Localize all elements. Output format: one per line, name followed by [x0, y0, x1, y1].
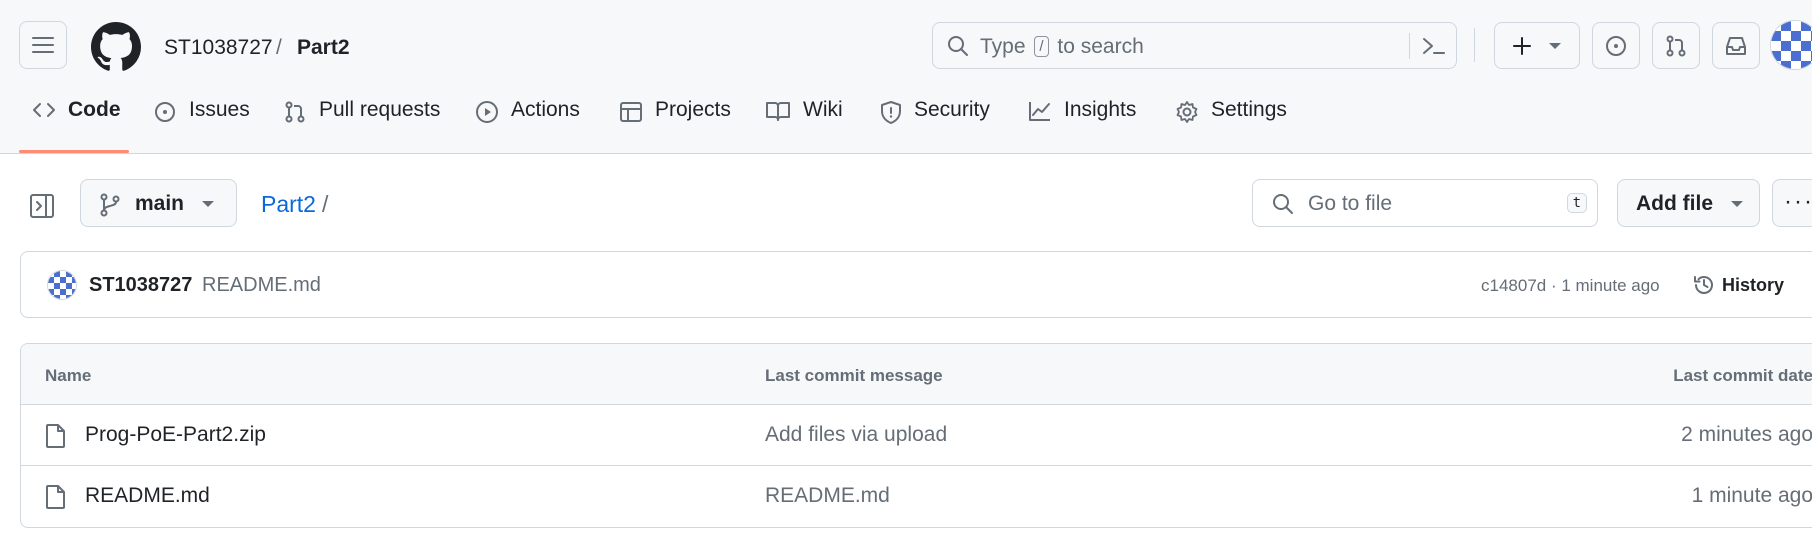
tab-actions-label: Actions [511, 98, 580, 121]
tab-pull-requests[interactable]: Pull requests [283, 98, 440, 148]
inbox-button[interactable] [1712, 22, 1760, 69]
tab-insights-label: Insights [1064, 98, 1137, 121]
go-to-file-shortcut-key: t [1566, 193, 1587, 213]
tab-security[interactable]: Security [880, 98, 990, 148]
tab-code[interactable]: Code [32, 98, 121, 148]
history-button[interactable]: History [1692, 273, 1784, 297]
hamburger-icon [32, 37, 54, 53]
file-table: Name Last commit message Last commit dat… [20, 343, 1812, 528]
kebab-horizontal-icon: ··· [1784, 188, 1812, 215]
file-commit-message[interactable]: Add files via upload [765, 423, 947, 447]
search-icon [948, 36, 968, 56]
search-shortcut-key: / [1034, 36, 1049, 57]
tab-settings-label: Settings [1211, 98, 1287, 121]
breadcrumb-owner[interactable]: ST1038727 [164, 36, 273, 60]
file-name-link[interactable]: README.md [85, 484, 210, 508]
tab-actions[interactable]: Actions [475, 98, 580, 148]
tab-insights[interactable]: Insights [1028, 98, 1136, 148]
tab-security-label: Security [914, 98, 990, 121]
add-file-label: Add file [1636, 192, 1713, 215]
search-divider [1409, 33, 1410, 59]
git-branch-icon [100, 193, 120, 217]
file-name-link[interactable]: Prog-PoE-Part2.zip [85, 423, 266, 447]
table-row[interactable]: Prog-PoE-Part2.zip Add files via upload … [21, 405, 1812, 466]
pull-requests-button[interactable] [1652, 22, 1700, 69]
search-placeholder: Type / to search [980, 35, 1144, 58]
file-path-breadcrumb: Part2/ [261, 191, 328, 218]
tab-code-label: Code [68, 98, 121, 121]
tab-issues[interactable]: Issues [153, 98, 250, 148]
menu-button[interactable] [19, 21, 67, 69]
commit-author[interactable]: ST1038727 [89, 274, 192, 297]
sidebar-expand-icon[interactable] [27, 190, 59, 222]
tab-wiki[interactable]: Wiki [765, 98, 843, 148]
identicon-icon [48, 271, 76, 299]
user-avatar[interactable] [1770, 20, 1812, 70]
column-header-message: Last commit message [765, 366, 943, 385]
search-icon [1273, 194, 1293, 214]
commit-message[interactable]: README.md [202, 274, 321, 297]
file-icon [46, 424, 65, 448]
more-options-button[interactable]: ··· [1772, 179, 1812, 227]
file-icon [46, 485, 65, 509]
latest-commit-bar: ST1038727 README.md c14807d · 1 minute a… [20, 251, 1812, 318]
global-header: ST1038727 / Part2 Type / to search Code … [0, 0, 1812, 154]
code-icon [33, 103, 55, 117]
header-divider [1474, 28, 1475, 62]
add-file-button[interactable]: Add file [1617, 179, 1760, 227]
tab-wiki-label: Wiki [803, 98, 843, 121]
issue-opened-icon [1606, 35, 1626, 56]
tab-projects-label: Projects [655, 98, 731, 121]
identicon-icon [1771, 21, 1812, 69]
go-to-file-placeholder: Go to file [1308, 192, 1393, 215]
go-to-file-input[interactable]: Go to file t [1252, 179, 1598, 227]
commit-author-avatar[interactable] [47, 270, 77, 300]
chevron-down-icon [1549, 42, 1561, 49]
create-new-button[interactable] [1494, 22, 1580, 69]
tab-settings[interactable]: Settings [1175, 98, 1287, 148]
tab-issues-label: Issues [189, 98, 250, 121]
git-pull-request-icon [285, 101, 305, 123]
command-palette-icon[interactable] [1421, 35, 1447, 57]
active-tab-indicator [19, 150, 129, 153]
file-commit-message[interactable]: README.md [765, 484, 890, 508]
github-logo-icon[interactable] [91, 22, 141, 72]
file-commit-date: 2 minutes ago [1681, 423, 1812, 446]
commit-hash-time[interactable]: c14807d · 1 minute ago [1481, 276, 1660, 296]
table-icon [620, 102, 642, 122]
issue-opened-icon [155, 102, 175, 122]
inbox-icon [1726, 36, 1746, 55]
tab-projects[interactable]: Projects [619, 98, 731, 148]
branch-name: main [135, 192, 185, 215]
table-row[interactable]: README.md README.md 1 minute ago [21, 466, 1812, 527]
column-header-date: Last commit date [1673, 366, 1812, 385]
plus-icon [1513, 36, 1531, 55]
branch-selector-button[interactable]: main [80, 179, 237, 227]
path-separator: / [321, 191, 329, 217]
chevron-down-icon [202, 201, 214, 207]
issues-button[interactable] [1592, 22, 1640, 69]
play-icon [476, 101, 498, 123]
git-pull-request-icon [1666, 35, 1686, 56]
history-label: History [1722, 274, 1785, 295]
gear-icon [1176, 101, 1198, 123]
graph-icon [1029, 102, 1050, 121]
history-icon [1694, 276, 1713, 294]
path-repo-link[interactable]: Part2 [261, 191, 316, 217]
breadcrumb-separator: / [276, 36, 282, 59]
shield-icon [881, 101, 901, 124]
breadcrumb-repo[interactable]: Part2 [297, 36, 350, 60]
search-input[interactable]: Type / to search [932, 22, 1457, 69]
book-icon [766, 102, 790, 121]
tab-pull-requests-label: Pull requests [319, 98, 441, 121]
file-commit-date: 1 minute ago [1691, 484, 1812, 507]
table-header: Name Last commit message Last commit dat… [21, 344, 1812, 405]
column-header-name: Name [45, 366, 92, 385]
chevron-down-icon [1731, 201, 1743, 207]
